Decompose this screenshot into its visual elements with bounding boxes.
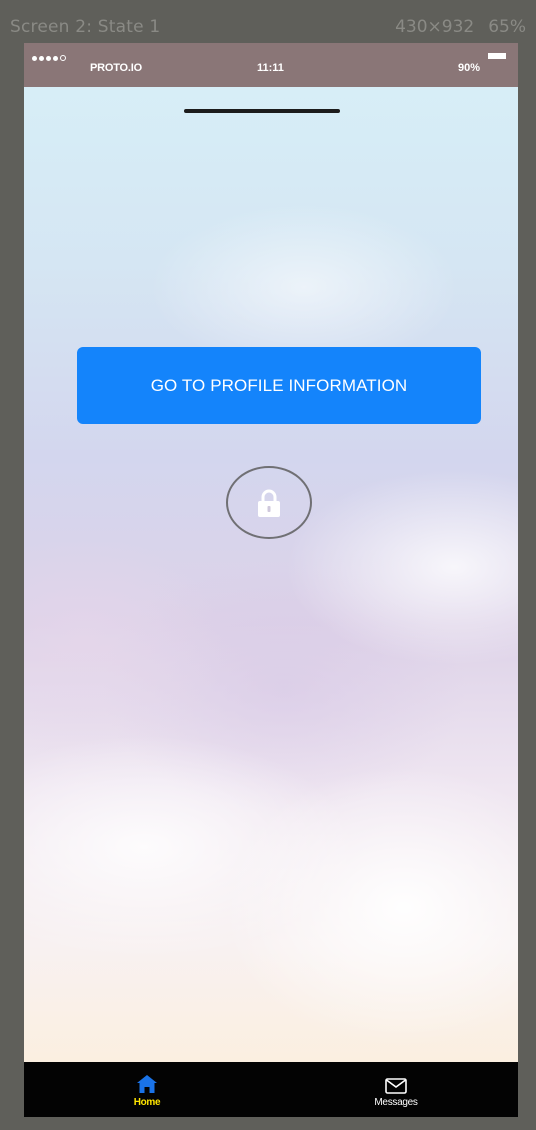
screen-dimensions: 430×932 bbox=[395, 17, 475, 37]
lock-icon bbox=[258, 489, 280, 517]
carrier-name: PROTO.IO bbox=[90, 62, 142, 74]
tab-messages[interactable]: Messages bbox=[336, 1062, 456, 1117]
go-to-profile-button[interactable]: GO TO PROFILE INFORMATION bbox=[77, 347, 481, 424]
prototype-canvas: Screen 2: State 1 430×932 65% PROTO.IO 1… bbox=[0, 0, 536, 1130]
lock-button[interactable] bbox=[226, 466, 312, 539]
tab-home-label: Home bbox=[133, 1097, 161, 1108]
envelope-icon bbox=[385, 1074, 407, 1094]
bottom-tab-bar: Home Messages bbox=[24, 1062, 518, 1117]
device-screen: PROTO.IO 11:11 90% GO TO PROFILE INFORMA… bbox=[24, 43, 518, 1117]
battery-fill bbox=[488, 53, 506, 59]
drag-handle[interactable] bbox=[184, 109, 340, 113]
tab-messages-label: Messages bbox=[374, 1097, 418, 1108]
cloud-background bbox=[24, 87, 518, 1062]
battery-icon bbox=[488, 53, 510, 59]
screen-meta: 430×932 65% bbox=[395, 17, 526, 37]
screen-name-label: Screen 2: State 1 bbox=[10, 17, 161, 37]
zoom-level: 65% bbox=[488, 17, 526, 37]
tab-home[interactable]: Home bbox=[87, 1062, 207, 1117]
status-bar: PROTO.IO 11:11 90% bbox=[24, 43, 518, 87]
signal-strength-icon bbox=[32, 55, 66, 61]
battery-percentage: 90% bbox=[457, 62, 480, 74]
home-icon bbox=[136, 1074, 158, 1094]
status-time: 11:11 bbox=[257, 62, 284, 74]
